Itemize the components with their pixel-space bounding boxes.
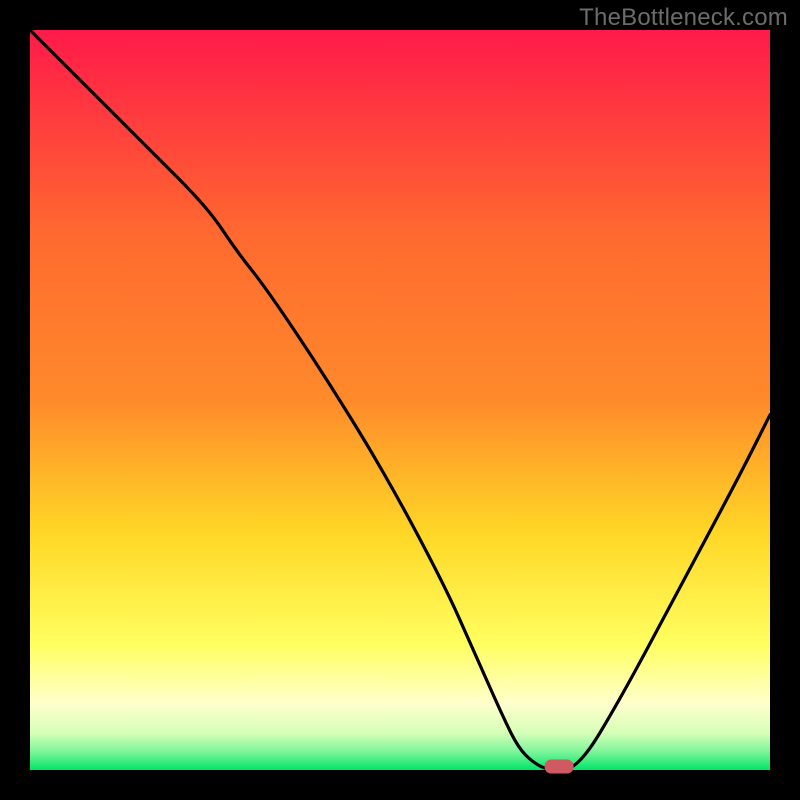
chart-svg	[0, 0, 800, 800]
optimal-marker	[545, 760, 573, 773]
chart-stage: TheBottleneck.com	[0, 0, 800, 800]
watermark-text: TheBottleneck.com	[579, 4, 788, 32]
